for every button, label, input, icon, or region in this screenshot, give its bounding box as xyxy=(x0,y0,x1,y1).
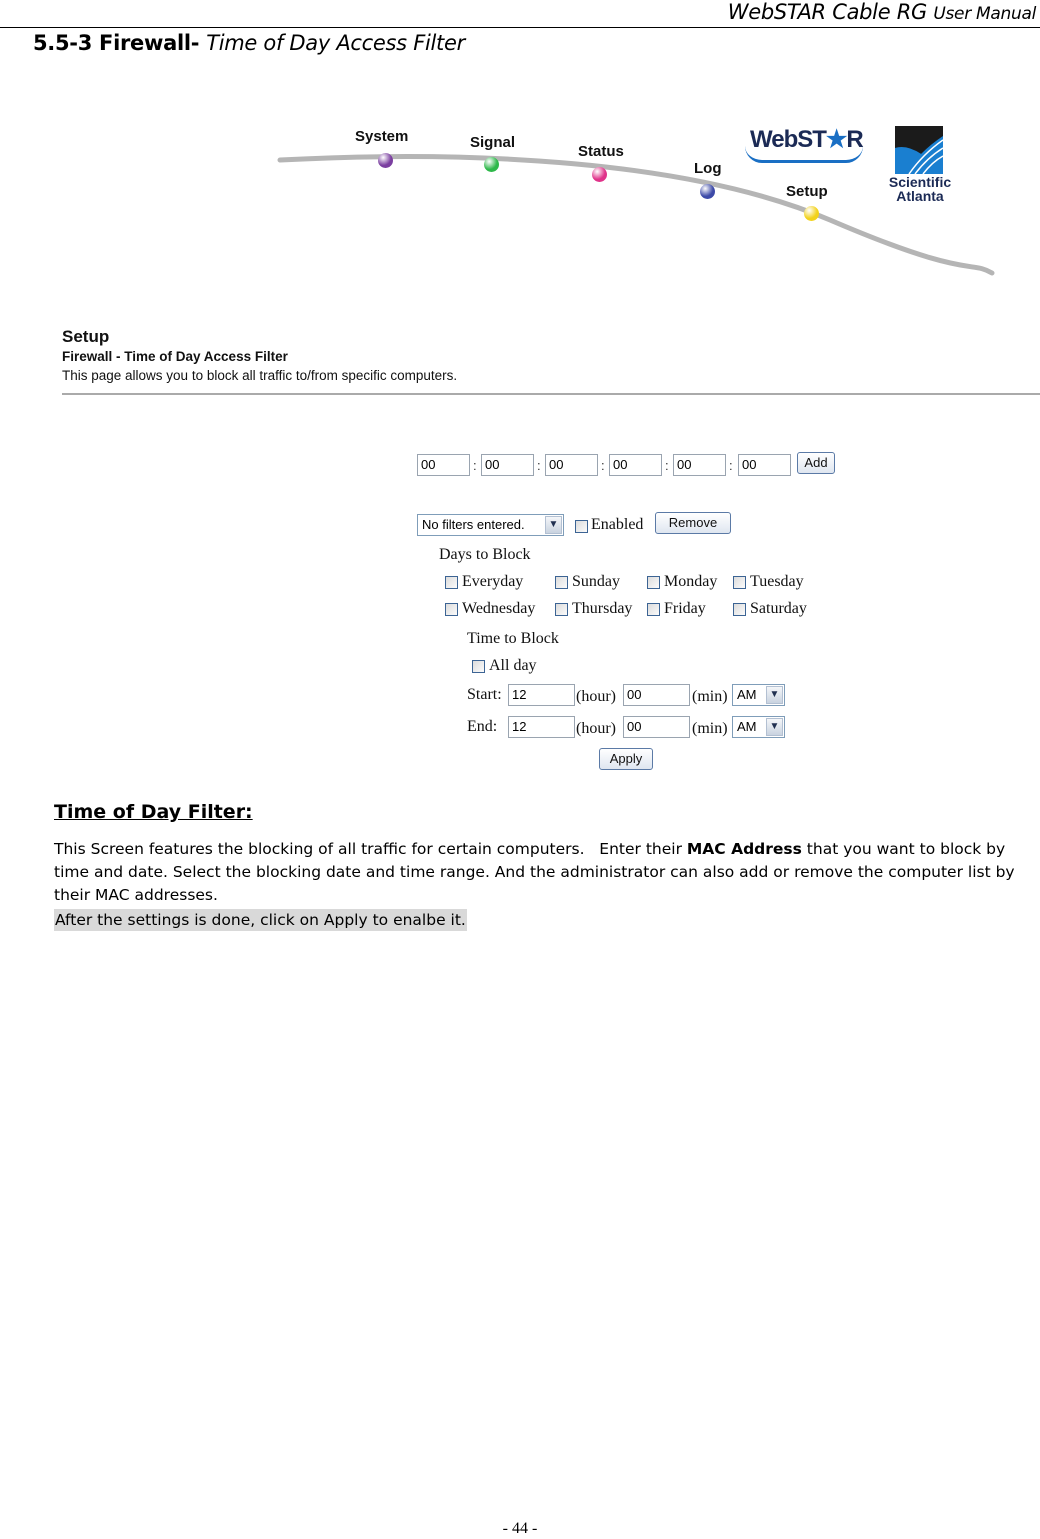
manual-title-suffix: User Manual xyxy=(933,4,1036,24)
day-label-monday: Monday xyxy=(664,573,718,590)
day-label-sunday: Sunday xyxy=(572,573,620,590)
nav-system[interactable]: System xyxy=(355,128,408,145)
day-checkbox-everyday[interactable] xyxy=(445,576,458,589)
day-checkbox-saturday[interactable] xyxy=(733,603,746,616)
nav-setup-orb[interactable] xyxy=(804,206,819,221)
sa-line1: Scientific xyxy=(888,174,952,190)
mac-separator: : xyxy=(537,458,541,473)
enabled-checkbox[interactable] xyxy=(575,520,588,533)
day-checkbox-friday[interactable] xyxy=(647,603,660,616)
start-min-input[interactable]: 00 xyxy=(623,684,690,706)
day-checkbox-thursday[interactable] xyxy=(555,603,568,616)
start-hour-input[interactable]: 12 xyxy=(508,684,575,706)
day-label-thursday: Thursday xyxy=(572,600,633,617)
scientific-atlanta-logo-text: Scientific Atlanta xyxy=(880,175,960,203)
end-label: End: xyxy=(467,718,498,735)
start-ampm-select[interactable]: AM ▼ xyxy=(732,684,785,706)
day-checkbox-wednesday[interactable] xyxy=(445,603,458,616)
filter-list-select[interactable]: No filters entered. ▼ xyxy=(417,514,564,536)
day-label-saturday: Saturday xyxy=(750,600,807,617)
scientific-atlanta-logo-icon xyxy=(895,126,943,174)
day-checkbox-monday[interactable] xyxy=(647,576,660,589)
mac-separator: : xyxy=(601,458,605,473)
nav-signal[interactable]: Signal xyxy=(470,134,515,151)
time-to-block-heading: Time to Block xyxy=(467,630,559,647)
nav-log[interactable]: Log xyxy=(694,160,722,177)
add-button[interactable]: Add xyxy=(797,452,835,474)
day-label-tuesday: Tuesday xyxy=(750,573,804,590)
mac-field-1[interactable]: 00 xyxy=(417,454,470,476)
all-day-label: All day xyxy=(489,657,537,674)
section-number-name: 5.5-3 Firewall- xyxy=(33,31,200,55)
mac-field-2[interactable]: 00 xyxy=(481,454,534,476)
manual-title-main: WebSTAR Cable RG xyxy=(727,0,928,24)
day-label-everyday: Everyday xyxy=(462,573,524,590)
end-min-input[interactable]: 00 xyxy=(623,716,690,738)
start-label: Start: xyxy=(467,686,502,703)
mac-separator: : xyxy=(473,458,477,473)
filter-list-selected: No filters entered. xyxy=(422,517,525,532)
days-to-block-heading: Days to Block xyxy=(439,546,531,563)
day-checkbox-sunday[interactable] xyxy=(555,576,568,589)
chevron-down-icon[interactable]: ▼ xyxy=(766,718,783,736)
mac-field-3[interactable]: 00 xyxy=(545,454,598,476)
start-ampm-selected: AM xyxy=(737,687,757,702)
nav-system-orb[interactable] xyxy=(378,153,393,168)
nav-setup[interactable]: Setup xyxy=(786,183,828,200)
end-hour-input[interactable]: 12 xyxy=(508,716,575,738)
nav-log-orb[interactable] xyxy=(700,184,715,199)
day-label-friday: Friday xyxy=(664,600,706,617)
chevron-down-icon[interactable]: ▼ xyxy=(766,686,783,704)
setup-divider xyxy=(62,393,1040,395)
description-paragraph: This Screen features the blocking of all… xyxy=(54,838,1040,907)
webstar-swoosh-icon xyxy=(745,146,863,163)
mac-field-6[interactable]: 00 xyxy=(738,454,791,476)
header-divider xyxy=(0,27,1040,28)
end-min-label: (min) xyxy=(692,720,728,737)
setup-subheading: Firewall - Time of Day Access Filter xyxy=(62,349,288,364)
page-number: - 44 - xyxy=(502,1520,538,1537)
apply-button[interactable]: Apply xyxy=(599,748,653,770)
time-of-day-filter-title: Time of Day Filter: xyxy=(54,801,253,823)
nav-status[interactable]: Status xyxy=(578,143,624,160)
remove-button[interactable]: Remove xyxy=(655,512,731,534)
chevron-down-icon[interactable]: ▼ xyxy=(545,516,562,534)
end-hour-label: (hour) xyxy=(576,720,616,737)
mac-separator: : xyxy=(665,458,669,473)
day-label-wednesday: Wednesday xyxy=(462,600,536,617)
end-ampm-select[interactable]: AM ▼ xyxy=(732,716,785,738)
para-text-1: This Screen features the blocking of all… xyxy=(54,840,687,858)
para-bold-mac-address: MAC Address xyxy=(686,840,802,858)
mac-field-5[interactable]: 00 xyxy=(673,454,726,476)
nav-status-orb[interactable] xyxy=(592,167,607,182)
manual-header-title: WebSTAR Cable RG User Manual xyxy=(727,0,1037,24)
apply-note: After the settings is done, click on App… xyxy=(54,909,467,931)
mac-separator: : xyxy=(729,458,733,473)
nav-signal-orb[interactable] xyxy=(484,157,499,172)
start-hour-label: (hour) xyxy=(576,688,616,705)
setup-description: This page allows you to block all traffi… xyxy=(62,368,458,383)
end-ampm-selected: AM xyxy=(737,719,757,734)
start-min-label: (min) xyxy=(692,688,728,705)
day-checkbox-tuesday[interactable] xyxy=(733,576,746,589)
mac-field-4[interactable]: 00 xyxy=(609,454,662,476)
section-title: 5.5-3 Firewall- Time of Day Access Filte… xyxy=(33,31,465,55)
all-day-checkbox[interactable] xyxy=(472,660,485,673)
section-subtitle: Time of Day Access Filter xyxy=(206,31,465,55)
enabled-label: Enabled xyxy=(591,516,644,533)
sa-line2: Atlanta xyxy=(896,188,944,204)
setup-heading: Setup xyxy=(62,327,110,346)
